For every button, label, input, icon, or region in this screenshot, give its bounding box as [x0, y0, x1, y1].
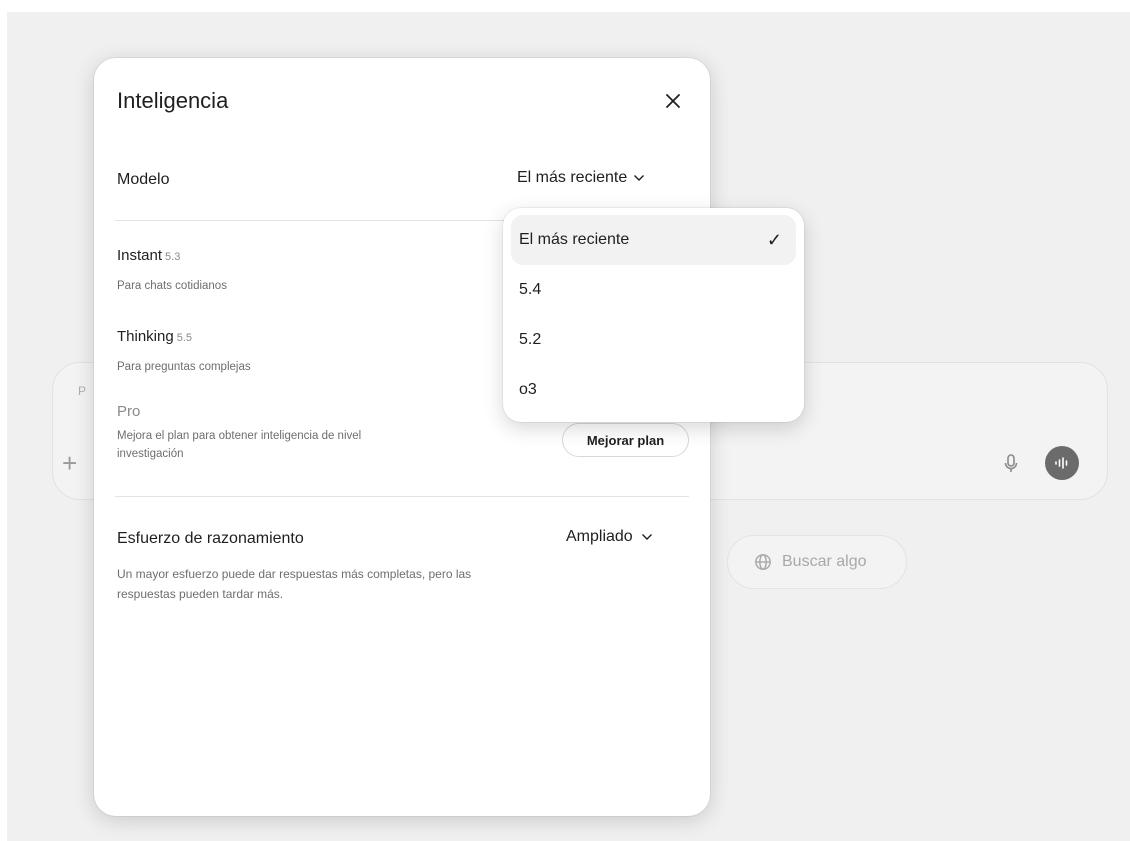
checkmark-icon: ✓ — [766, 229, 782, 250]
effort-description: Un mayor esfuerzo puede dar respuestas m… — [117, 564, 647, 604]
option-instant-description: Para chats cotidianos — [117, 280, 227, 292]
panel-title: Inteligencia — [117, 88, 229, 113]
dropdown-item-label: El más reciente — [519, 231, 630, 248]
search-chip: Buscar algo — [727, 535, 907, 589]
effort-label: Esfuerzo de razonamiento — [117, 530, 304, 547]
effort-description-line2: respuestas pueden tardar más. — [117, 587, 284, 601]
model-select-value: El más reciente — [517, 169, 628, 186]
divider — [115, 496, 689, 497]
option-pro: Pro — [117, 403, 140, 420]
model-dropdown-menu: El más reciente ✓ 5.4 5.2 o3 — [503, 208, 804, 422]
option-instant-name: Instant — [117, 247, 163, 264]
close-icon[interactable] — [662, 90, 684, 112]
plus-icon: + — [62, 448, 78, 478]
option-pro-name: Pro — [117, 403, 141, 420]
option-instant-version: 5.3 — [165, 251, 181, 263]
option-pro-description-line1: Mejora el plan para obtener inteligencia… — [117, 430, 362, 442]
dropdown-item-5-4[interactable]: 5.4 — [511, 265, 796, 315]
model-label: Modelo — [117, 171, 170, 188]
option-thinking-version: 5.5 — [176, 332, 192, 344]
chevron-down-icon — [641, 534, 652, 540]
dropdown-item-5-2[interactable]: 5.2 — [511, 315, 796, 365]
option-thinking[interactable]: Thinking 5.5 — [117, 328, 192, 345]
option-thinking-name: Thinking — [117, 328, 174, 345]
dropdown-item-o3[interactable]: o3 — [511, 365, 796, 415]
dropdown-item-latest[interactable]: El más reciente ✓ — [511, 215, 796, 265]
effort-select[interactable]: Ampliado — [566, 528, 653, 546]
dropdown-item-label: 5.4 — [519, 281, 542, 298]
upgrade-plan-button[interactable]: Mejorar plan — [562, 423, 689, 457]
option-pro-description-line2: investigación — [117, 448, 184, 460]
globe-icon — [755, 554, 771, 570]
dropdown-item-label: 5.2 — [519, 331, 542, 348]
effort-select-value: Ampliado — [566, 528, 633, 545]
option-instant[interactable]: Instant 5.3 — [117, 247, 180, 264]
microphone-icon — [1004, 454, 1018, 472]
chevron-down-icon — [634, 175, 645, 181]
intelligence-panel: Inteligencia Modelo El más reciente Inst… — [94, 58, 710, 816]
dropdown-item-label: o3 — [519, 381, 537, 398]
waveform-icon — [1055, 457, 1068, 469]
composer-placeholder: P — [78, 384, 87, 398]
search-chip-label: Buscar algo — [782, 553, 867, 570]
model-select[interactable]: El más reciente — [517, 169, 645, 187]
option-thinking-description: Para preguntas complejas — [117, 361, 251, 373]
effort-description-line1: Un mayor esfuerzo puede dar respuestas m… — [117, 567, 472, 581]
voice-mode-button — [1045, 446, 1079, 480]
